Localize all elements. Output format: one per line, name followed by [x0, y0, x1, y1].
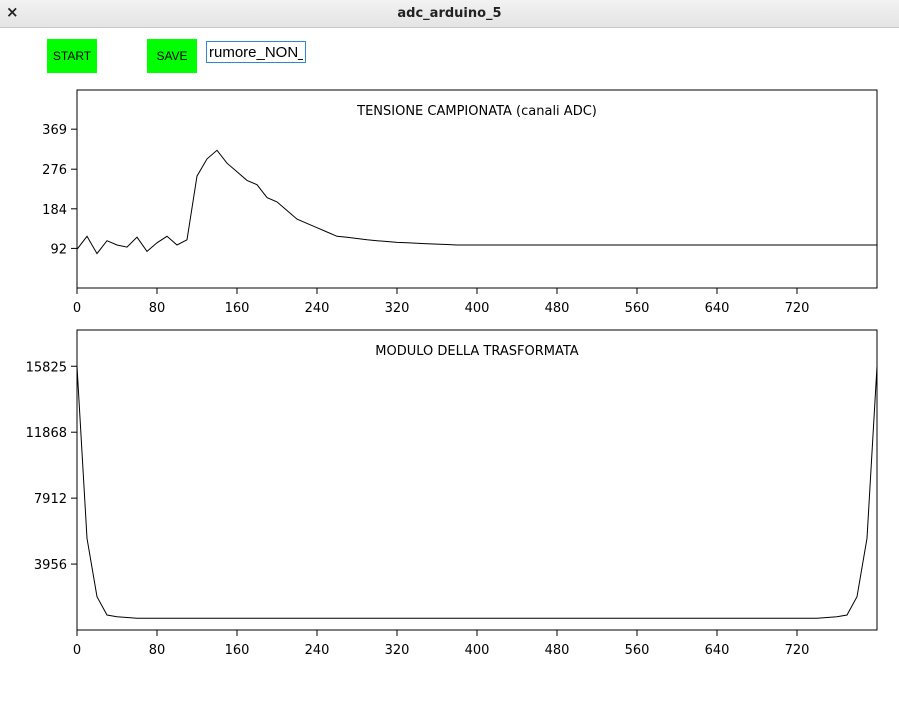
save-button[interactable]: SAVE	[147, 39, 197, 73]
x-tick-label: 80	[149, 301, 166, 316]
series-line	[76, 366, 878, 619]
x-tick-label: 80	[149, 643, 166, 658]
y-tick-label: 369	[42, 123, 67, 138]
x-tick-label: 560	[625, 301, 650, 316]
fft-magnitude-chart: MODULO DELLA TRASFORMATA 0 80 160 240 320 400 4…	[26, 329, 878, 658]
x-tick-label: 160	[225, 301, 250, 316]
plot-frame	[76, 329, 878, 631]
y-tick-label: 11868	[26, 426, 67, 441]
x-tick-label: 480	[545, 301, 570, 316]
x-tick-label: 400	[465, 301, 490, 316]
plot-frame	[76, 89, 878, 289]
x-tick-label: 240	[305, 643, 330, 658]
x-tick-label: 160	[225, 643, 250, 658]
x-tick-label: 0	[73, 643, 81, 658]
x-tick-label: 720	[785, 301, 810, 316]
y-tick-label: 7912	[34, 492, 67, 507]
window-titlebar: × adc_arduino_5	[0, 0, 899, 28]
y-tick-label: 15825	[26, 360, 67, 375]
x-tick-label: 560	[625, 643, 650, 658]
x-tick-label: 640	[705, 643, 730, 658]
chart-title: MODULO DELLA TRASFORMATA	[375, 344, 579, 359]
y-tick-label: 184	[42, 203, 67, 218]
filename-input[interactable]	[206, 41, 306, 63]
y-tick-label: 276	[42, 163, 67, 178]
window-title: adc_arduino_5	[397, 6, 502, 21]
x-tick-label: 400	[465, 643, 490, 658]
x-tick-label: 240	[305, 301, 330, 316]
y-tick-label: 92	[50, 242, 67, 257]
x-tick-label: 0	[73, 301, 81, 316]
x-tick-label: 480	[545, 643, 570, 658]
x-tick-label: 640	[705, 301, 730, 316]
start-button[interactable]: START	[47, 39, 97, 73]
x-tick-label: 320	[385, 643, 410, 658]
series-line	[76, 149, 877, 255]
y-tick-label: 3956	[34, 558, 67, 573]
x-tick-label: 320	[385, 301, 410, 316]
chart-title: TENSIONE CAMPIONATA (canali ADC)	[356, 104, 597, 119]
x-tick-label: 720	[785, 643, 810, 658]
